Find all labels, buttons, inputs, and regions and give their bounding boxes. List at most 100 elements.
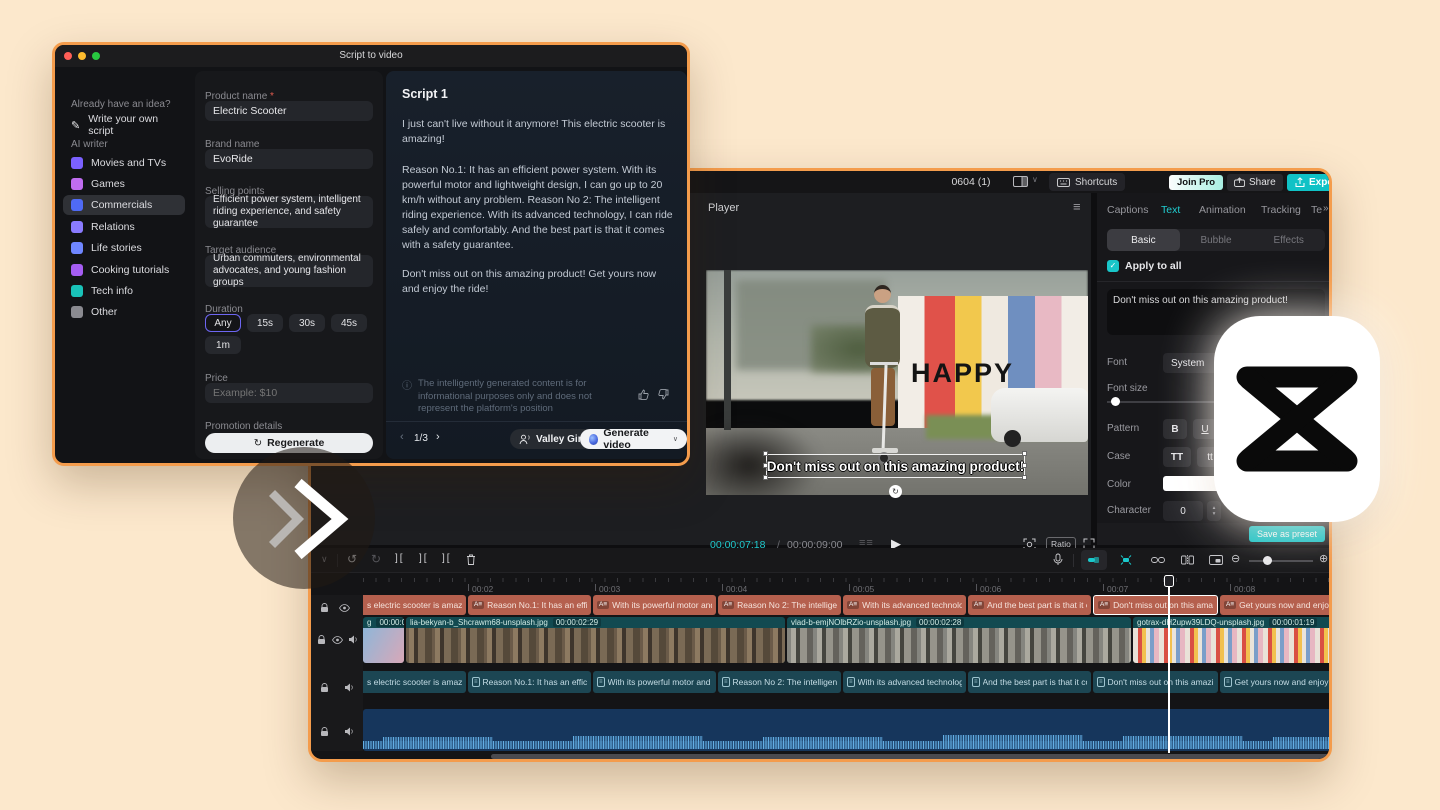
export-button[interactable]: Export — [1287, 174, 1332, 191]
selling-points-input[interactable]: Efficient power system, intelligent ridi… — [205, 196, 373, 228]
mute-icon[interactable] — [348, 635, 358, 644]
trim-right-icon[interactable]: ][ — [442, 553, 452, 564]
caption-handle-tr[interactable] — [1022, 451, 1027, 456]
caption-clip[interactable]: ≡Reason No.1: It has an efficien — [468, 671, 591, 693]
thumbs-down-icon[interactable] — [658, 389, 669, 400]
share-button[interactable]: Share — [1227, 174, 1283, 191]
caption-clip[interactable]: A≡With its powerful motor and li — [593, 595, 716, 615]
snap-toggle[interactable] — [1081, 550, 1107, 570]
caption-handle-tl[interactable] — [763, 451, 768, 456]
caption-clip[interactable]: ≡With its advanced technology, — [843, 671, 966, 693]
save-preset-button[interactable]: Save as preset — [1249, 526, 1325, 542]
next-page-icon[interactable]: › — [436, 431, 440, 443]
video-clip[interactable]: lia-bekyan-b_Shcrawm68-unsplash.jpg00:00… — [406, 617, 785, 663]
duration-1m-button[interactable]: 1m — [205, 336, 241, 354]
lock-icon[interactable] — [317, 635, 326, 645]
audio-clip[interactable] — [363, 709, 1332, 751]
mute-icon[interactable] — [344, 727, 354, 736]
brand-name-input[interactable] — [205, 149, 373, 169]
visibility-icon[interactable] — [339, 604, 350, 612]
caption-clip[interactable]: ≡Get yours now and enjoy — [1220, 671, 1332, 693]
subtab-bubble[interactable]: Bubble — [1180, 229, 1253, 251]
tab-tracking[interactable]: Tracking — [1261, 204, 1301, 216]
caption-clip[interactable]: s electric scooter is amazin — [363, 671, 466, 693]
sidebar-item-other[interactable]: Other — [63, 302, 185, 322]
timeline-zoom-in-icon[interactable]: ⊕ — [1319, 552, 1328, 565]
caption-rotate-handle[interactable]: ↻ — [889, 485, 902, 498]
caption-clip[interactable]: s electric scooter is amazi — [363, 595, 466, 615]
shortcuts-button[interactable]: Shortcuts — [1049, 173, 1125, 191]
duration-any-button[interactable]: Any — [205, 314, 241, 332]
bold-button[interactable]: B — [1163, 419, 1187, 439]
split-icon[interactable]: ][ — [395, 553, 405, 564]
caption-clip[interactable]: A≡Reason No 2: The intelligent r — [718, 595, 841, 615]
timeline-scrollbar[interactable] — [491, 754, 1329, 759]
timeline-zoom-slider[interactable] — [1249, 560, 1313, 562]
sidebar-item-relations[interactable]: Relations — [63, 217, 185, 237]
caption-clip[interactable]: A≡Get yours now and enjoy — [1220, 595, 1332, 615]
tab-overflow-icon[interactable]: » — [1323, 203, 1329, 214]
sidebar-item-movies[interactable]: Movies and TVs — [63, 153, 185, 173]
playhead-line[interactable] — [1168, 575, 1170, 753]
timeline-zoom-handle[interactable] — [1263, 556, 1272, 565]
sidebar-item-tech-info[interactable]: Tech info — [63, 281, 185, 301]
split-preview-icon[interactable] — [1181, 555, 1194, 565]
caption-clip[interactable]: ≡Reason No 2: The intelligent r — [718, 671, 841, 693]
caption-selection-box[interactable]: Don't miss out on this amazing product! — [766, 454, 1025, 478]
layout-caret-icon[interactable]: ∨ — [1032, 175, 1038, 184]
caption-clip[interactable]: A≡Reason No.1: It has an efficien — [468, 595, 591, 615]
visibility-icon[interactable] — [332, 636, 343, 644]
caption-clip[interactable]: ≡And the best part is that it cor — [968, 671, 1091, 693]
tab-text[interactable]: Text — [1161, 204, 1180, 216]
caption-clip[interactable]: ≡Don't miss out on this amazing — [1093, 671, 1218, 693]
duration-15s-button[interactable]: 15s — [247, 314, 283, 332]
link-clips-icon[interactable] — [1151, 556, 1165, 564]
join-pro-button[interactable]: Join Pro — [1169, 175, 1223, 190]
prev-page-icon[interactable]: ‹ — [400, 431, 404, 443]
tab-captions[interactable]: Captions — [1107, 204, 1148, 216]
timeline-zoom-out-icon[interactable]: ⊖ — [1231, 552, 1240, 565]
caption-clip-selected[interactable]: A≡Don't miss out on this amazin — [1093, 595, 1218, 615]
lock-icon[interactable] — [320, 727, 329, 737]
apply-to-all-checkbox[interactable]: ✓ — [1107, 260, 1119, 272]
uppercase-button[interactable]: TT — [1163, 447, 1191, 467]
sidebar-item-cooking[interactable]: Cooking tutorials — [63, 260, 185, 280]
generate-video-button[interactable]: Generate video ∨ — [580, 429, 687, 449]
thumbs-up-icon[interactable] — [638, 389, 649, 400]
lock-icon[interactable] — [320, 603, 329, 613]
character-value[interactable]: 0 — [1163, 501, 1203, 521]
caption-handle-br[interactable] — [1022, 475, 1027, 480]
duration-45s-button[interactable]: 45s — [331, 314, 367, 332]
write-own-script-item[interactable]: ✎ Write your own script — [63, 115, 185, 135]
sidebar-item-commercials[interactable]: Commercials — [63, 195, 185, 215]
delete-icon[interactable] — [466, 554, 476, 565]
sidebar-item-games[interactable]: Games — [63, 174, 185, 194]
price-input[interactable] — [205, 383, 373, 403]
mute-icon[interactable] — [344, 683, 354, 692]
caption-clip[interactable]: A≡And the best part is that it co — [968, 595, 1091, 615]
tab-animation[interactable]: Animation — [1199, 204, 1246, 216]
duration-30s-button[interactable]: 30s — [289, 314, 325, 332]
layout-icon[interactable] — [1013, 176, 1028, 187]
caption-clip[interactable]: ≡With its powerful motor and lig — [593, 671, 716, 693]
auto-attach-icon[interactable] — [1119, 554, 1133, 566]
caption-handle-ml[interactable] — [763, 463, 768, 468]
playhead-head[interactable] — [1164, 575, 1174, 587]
video-clip[interactable]: vlad-b-emjNOlbRZio-unsplash.jpg00:00:02:… — [787, 617, 1131, 663]
subtab-basic[interactable]: Basic — [1107, 229, 1180, 251]
stepper-down-icon[interactable]: ▾ — [1207, 511, 1221, 517]
caption-handle-bl[interactable] — [763, 475, 768, 480]
sidebar-item-life-stories[interactable]: Life stories — [63, 238, 185, 258]
trim-left-icon[interactable]: ][ — [419, 553, 429, 564]
caption-clip[interactable]: A≡With its advanced technology, — [843, 595, 966, 615]
tab-overflow[interactable]: Te — [1311, 204, 1323, 216]
lock-icon[interactable] — [320, 683, 329, 693]
subtab-effects[interactable]: Effects — [1252, 229, 1325, 251]
pip-icon[interactable] — [1209, 555, 1223, 565]
video-clip[interactable]: gotrax-dH2upw39LDQ-unsplash.jpg00:00:01:… — [1133, 617, 1332, 663]
video-clip[interactable]: g00:00:0 — [363, 617, 404, 663]
font-size-slider-handle[interactable] — [1111, 397, 1120, 406]
record-voiceover-icon[interactable] — [1053, 553, 1063, 566]
character-stepper[interactable]: ▴ ▾ — [1207, 501, 1221, 521]
timeline-ruler[interactable]: 00:02 00:03 00:04 00:05 00:06 00:07 00:0… — [311, 574, 1332, 594]
